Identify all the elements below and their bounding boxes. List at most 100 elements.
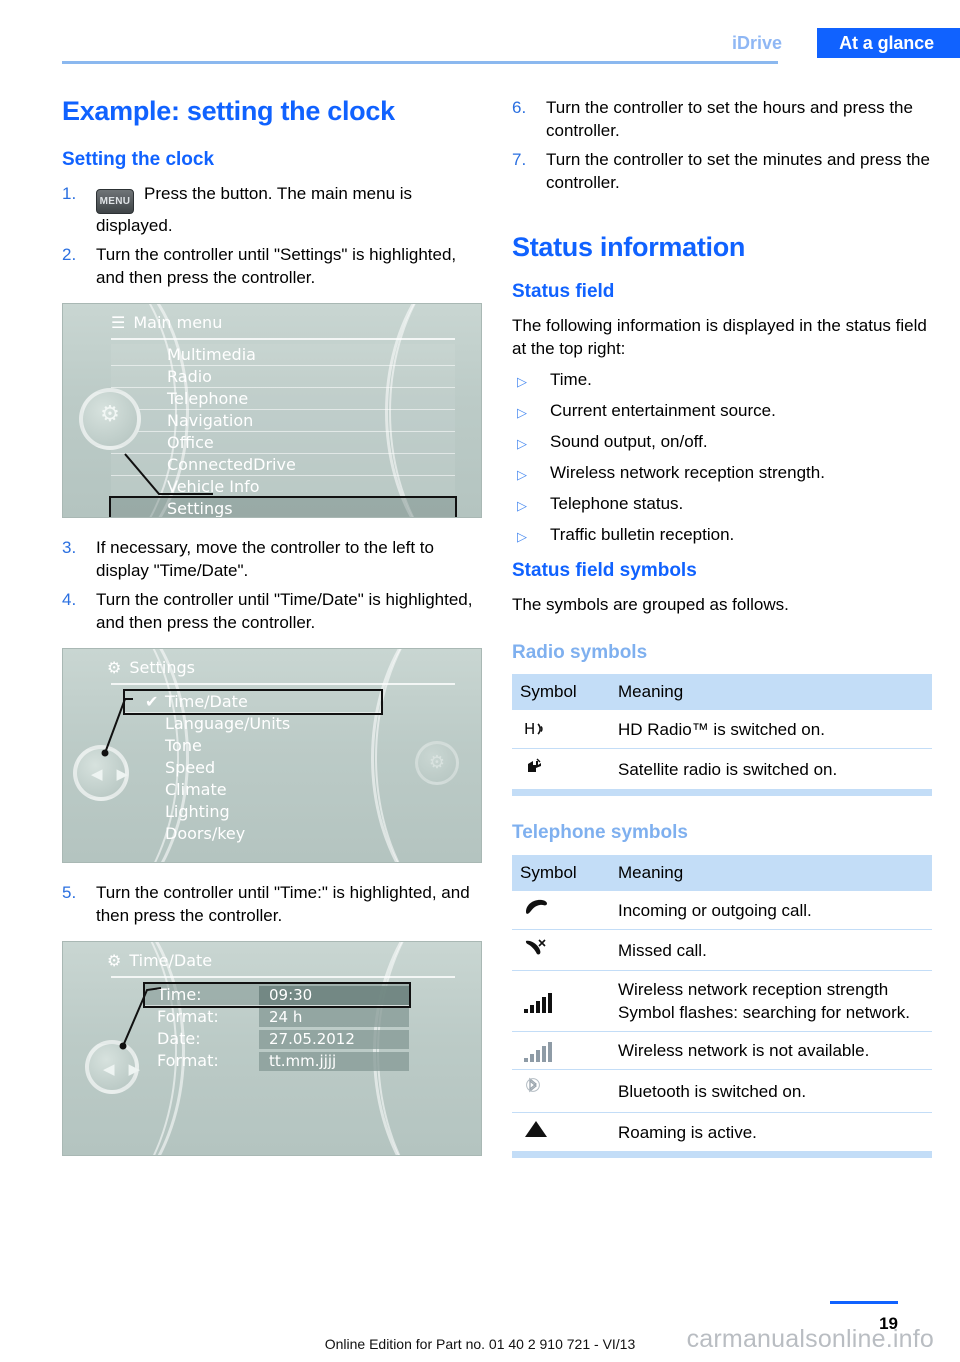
symbol-meaning: Roaming is active. (618, 1122, 757, 1142)
watermark: carmanualsonline.info (686, 1325, 934, 1353)
signal-bars-unavailable (524, 1039, 554, 1063)
table-header-row: Symbol Meaning (512, 855, 932, 892)
screen-item-label: Speed (165, 757, 216, 777)
step-item: 6. Turn the controller to set the hours … (512, 96, 932, 142)
left-right-arrows-icon: ◀▶ (103, 1060, 155, 1078)
screenshot-main-menu: ☰ Main menu Multimedia Radio Telephone Na… (62, 302, 482, 518)
bullet-text: Wireless network reception strength. (550, 462, 825, 482)
step-item: 7. Turn the controller to set the minute… (512, 148, 932, 194)
screen-item-label: Multimedia (167, 344, 256, 364)
symbol-meaning: Satellite radio is switched on. (618, 759, 838, 779)
right-column: 6. Turn the controller to set the hours … (512, 96, 932, 1159)
table-row: Satellite radio is switched on. (512, 749, 932, 790)
screen-list-item: Doors/key (125, 823, 381, 845)
left-column: Example: setting the clock Setting the c… (62, 96, 482, 1174)
triangle-bullet-icon: ▷ (517, 373, 527, 389)
footer-rule (830, 1301, 898, 1304)
gear-icon: ⚙ (107, 657, 122, 677)
step-text: Turn the controller until "Time/Date" is… (96, 589, 473, 632)
screen-title: Time/Date (129, 950, 213, 970)
section-heading-setting-the-clock: Setting the clock (62, 149, 215, 171)
screen-title-bar: ⚙ Settings (107, 657, 441, 679)
screen-row-value: 27.05.2012 (259, 1029, 409, 1049)
screen-row-label: Time: (157, 984, 202, 1004)
screen-list: ✔ Time/Date Language/Units Tone Speed Cl… (123, 688, 383, 845)
step-number: 7. (512, 150, 527, 169)
triangle-bullet-icon: ▷ (517, 404, 527, 420)
table-radio-symbols: Symbol Meaning H HD Radio™ is switched o… (512, 674, 932, 789)
screen-item-label: Language/Units (165, 713, 291, 733)
table-row: Roaming is active. (512, 1113, 932, 1152)
column-header-symbol: Symbol (512, 855, 610, 892)
bullet-text: Sound output, on/off. (550, 431, 708, 451)
screen-list-item: Navigation (111, 409, 455, 432)
screen-list-item: Language/Units (125, 713, 381, 735)
screen-title: Settings (129, 657, 195, 677)
column-header-meaning: Meaning (610, 674, 932, 711)
triangle-bullet-icon: ▷ (517, 435, 527, 451)
step-text: Turn the controller to set the minutes a… (546, 150, 930, 192)
list-icon: ☰ (111, 312, 126, 332)
step-text: Turn the controller until "Time:" is hig… (96, 882, 470, 925)
screen-item-label: Lighting (165, 801, 230, 821)
gear-icon: ⚙ (428, 751, 446, 773)
left-right-arrows-icon: ◀▶ (91, 765, 143, 783)
screen-row: Format: tt.mm.jjjj (145, 1050, 409, 1072)
triangle-bullet-icon: ▷ (517, 497, 527, 513)
screen-title-bar: ☰ Main menu (111, 312, 441, 334)
page-title: Example: setting the clock (62, 96, 395, 126)
bullet-text: Traffic bulletin reception. (550, 524, 735, 544)
heading-status-field-symbols: Status field symbols (512, 559, 697, 581)
steps-list-3: 5. Turn the controller until "Time:" is … (62, 881, 482, 927)
controller-knob-secondary: ⚙ (415, 740, 459, 785)
roaming-triangle-icon (512, 1113, 610, 1152)
screen-title: Main menu (133, 312, 223, 332)
screen-item-label: Doors/key (165, 823, 246, 843)
screen-item-label: Office (167, 432, 214, 452)
screen-list-item: Multimedia (111, 343, 455, 366)
step-number: 4. (62, 589, 77, 609)
breadcrumb-active: At a glance (817, 28, 960, 58)
gear-icon: ⚙ (100, 401, 120, 427)
bullet-item: ▷ Traffic bulletin reception. (512, 523, 932, 546)
table-row: Wireless network reception strength Symb… (512, 970, 932, 1033)
screen-list-item: Lighting (125, 801, 381, 823)
symbol-meaning: Wireless network reception strength Symb… (610, 970, 932, 1033)
heading-telephone-symbols: Telephone symbols (512, 822, 688, 844)
signal-bars-grey-icon (512, 1031, 610, 1071)
screen-title-rule (111, 682, 455, 685)
table-row: Wireless network is not available. (512, 1031, 932, 1071)
page-header: iDrive At a glance (0, 0, 960, 64)
table-row: H HD Radio™ is switched on. (512, 710, 932, 750)
signal-bars-icon (512, 970, 610, 1033)
bullet-item: ▷ Current entertainment source. (512, 399, 932, 422)
screen-item-label: Tone (165, 735, 202, 755)
bullet-item: ▷ Time. (512, 368, 932, 391)
screen-title-rule (111, 975, 455, 978)
screen-row-selected: Time: 09:30 (143, 981, 411, 1008)
missed-call-icon (512, 929, 610, 972)
screen-row: Date: 27.05.2012 (145, 1028, 409, 1050)
screen-row-value: 09:30 (259, 985, 409, 1005)
heading-radio-symbols: Radio symbols (512, 641, 648, 663)
symbol-meaning: Wireless network is not available. (610, 1031, 932, 1071)
screen-list-item: Office (111, 431, 455, 454)
column-header-symbol: Symbol (512, 674, 610, 711)
bluetooth-icon (512, 1069, 610, 1114)
screen-row-label: Format: (157, 1050, 219, 1070)
table-row: Bluetooth is switched on. (512, 1069, 932, 1114)
screenshot-settings: ⚙ Settings ✔ Time/Date Language/Units Ton… (62, 647, 482, 863)
steps-list-4: 6. Turn the controller to set the hours … (512, 96, 932, 194)
screen-list-item: Speed (125, 757, 381, 779)
step-number: 2. (62, 244, 77, 264)
screen-row: Format: 24 h (145, 1006, 409, 1028)
breadcrumb-previous: iDrive (731, 33, 782, 53)
controller-knob-left-right: ◀▶ (73, 744, 143, 801)
bullet-item: ▷ Telephone status. (512, 492, 932, 515)
column-header-meaning: Meaning (610, 855, 932, 892)
triangle-bullet-icon: ▷ (517, 466, 527, 482)
table-telephone-symbols: Symbol Meaning Incoming or outgoing call… (512, 855, 932, 1151)
screen-list-item: Climate (125, 779, 381, 801)
status-field-intro: The following information is displayed i… (512, 315, 927, 358)
signal-bars (524, 990, 554, 1013)
